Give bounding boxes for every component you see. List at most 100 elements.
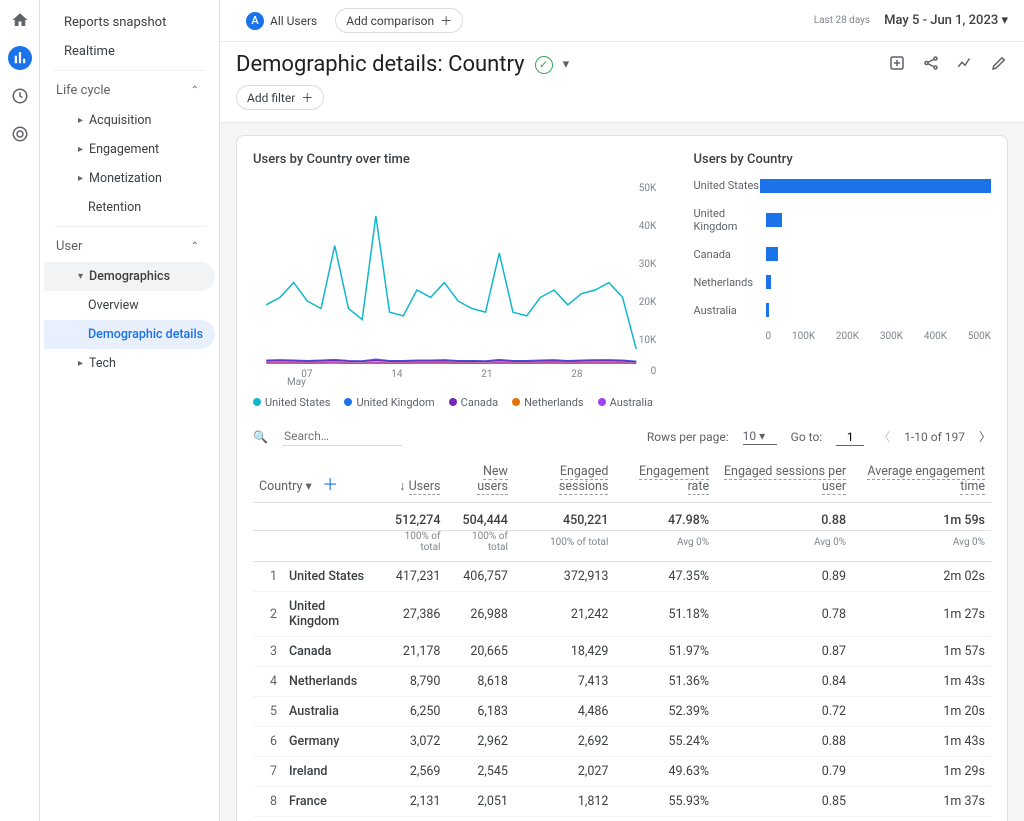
main: AAll Users Add comparison＋ Last 28 days …	[220, 0, 1024, 821]
sidebar-monetization[interactable]: ▸Monetization	[44, 164, 215, 193]
column-header[interactable]: Average engagement time	[852, 456, 991, 503]
sidebar-lifecycle-label: Life cycle	[56, 83, 110, 98]
edit-icon[interactable]	[990, 54, 1008, 76]
avatar-icon: A	[246, 12, 264, 30]
country-header[interactable]: Country ▾ ＋	[253, 456, 379, 503]
date-range-picker[interactable]: May 5 - Jun 1, 2023 ▾	[884, 13, 1008, 28]
bar-row: United States	[694, 179, 992, 193]
insights-icon[interactable]	[956, 54, 974, 76]
bar-row: Australia	[694, 303, 992, 317]
sidebar-reports-snapshot[interactable]: Reports snapshot	[44, 8, 215, 37]
chart-legend: United States United Kingdom Canada Netherl…	[253, 396, 670, 409]
analytics-icon[interactable]	[8, 46, 32, 70]
date-label: Last 28 days	[814, 15, 870, 26]
table-section: 🔍 Rows per page: 10 ▾ Go to: 〈 1-10 of 1…	[253, 423, 991, 821]
bar[interactable]	[766, 247, 779, 261]
sidebar-engagement[interactable]: ▸Engagement	[44, 135, 215, 164]
sidebar-acquisition[interactable]: ▸Acquisition	[44, 106, 215, 135]
plus-icon: ＋	[440, 12, 452, 29]
target-icon[interactable]	[8, 122, 32, 146]
data-table: Country ▾ ＋↓ UsersNew usersEngaged sessi…	[253, 456, 991, 821]
bar-label: United States	[694, 179, 761, 192]
caret-right-icon: ▸	[78, 358, 83, 369]
plus-icon: ＋	[301, 89, 313, 106]
bar-chart: Users by Country United StatesUnited Kin…	[694, 152, 992, 409]
bar-label: Australia	[694, 304, 766, 317]
svg-text:0: 0	[651, 366, 657, 377]
caret-right-icon: ▸	[78, 144, 83, 155]
legend-item[interactable]: Canada	[449, 396, 498, 409]
sidebar: Reports snapshot Realtime Life cycle ⌃ ▸A…	[40, 0, 220, 821]
column-header[interactable]: Engaged sessions	[514, 456, 615, 503]
table-row[interactable]: 1United States417,231406,757372,91347.35…	[253, 562, 991, 592]
sidebar-lifecycle[interactable]: Life cycle ⌃	[44, 75, 215, 106]
table-tools: 🔍 Rows per page: 10 ▾ Go to: 〈 1-10 of 1…	[253, 423, 991, 456]
bar-row: Canada	[694, 247, 992, 261]
legend-item[interactable]: Australia	[598, 396, 653, 409]
add-filter-button[interactable]: Add filter＋	[236, 85, 324, 110]
table-row[interactable]: 4Netherlands8,7908,6187,41351.36%0.841m …	[253, 667, 991, 697]
column-header[interactable]: ↓ Users	[379, 456, 446, 503]
column-header[interactable]: New users	[446, 456, 513, 503]
titlebar: Demographic details: Country ✓ ▾	[220, 42, 1024, 81]
legend-item[interactable]: Netherlands	[512, 396, 584, 409]
prev-page-icon[interactable]: 〈	[878, 428, 890, 445]
share-icon[interactable]	[922, 54, 940, 76]
bar-row: United Kingdom	[694, 207, 992, 233]
caret-right-icon: ▸	[78, 115, 83, 126]
table-row[interactable]: 5Australia6,2506,1834,48652.39%0.721m 20…	[253, 697, 991, 727]
table-row[interactable]: 6Germany3,0722,9622,69255.24%0.881m 43s	[253, 727, 991, 757]
svg-text:30K: 30K	[639, 259, 657, 270]
bar-label: Netherlands	[694, 276, 766, 289]
verified-icon: ✓	[535, 56, 553, 74]
line-chart-svg: 50K40K30K20K10K0 07142128	[253, 179, 670, 379]
goto-input[interactable]	[836, 428, 864, 446]
table-row[interactable]: 7Ireland2,5692,5452,02749.63%0.791m 29s	[253, 757, 991, 787]
add-dimension-icon[interactable]: ＋	[321, 474, 339, 492]
sidebar-realtime[interactable]: Realtime	[44, 37, 215, 66]
sidebar-demographics[interactable]: ▾Demographics	[44, 262, 215, 291]
home-icon[interactable]	[8, 8, 32, 32]
table-row[interactable]: 8France2,1312,0511,81255.93%0.851m 37s	[253, 787, 991, 817]
customize-icon[interactable]	[888, 54, 906, 76]
all-users-chip[interactable]: AAll Users	[236, 9, 327, 33]
bar-axis: 0100K200K300K400K500K	[766, 331, 992, 342]
line-chart-title: Users by Country over time	[253, 152, 670, 167]
svg-text:40K: 40K	[639, 221, 657, 232]
search-input[interactable]	[282, 427, 402, 446]
action-icons	[888, 54, 1008, 76]
svg-text:10K: 10K	[639, 335, 657, 346]
chevron-down-icon[interactable]: ▾	[563, 57, 570, 72]
legend-item[interactable]: United Kingdom	[344, 396, 434, 409]
explore-icon[interactable]	[8, 84, 32, 108]
bar[interactable]	[766, 303, 770, 317]
sidebar-demographic-details[interactable]: Demographic details	[44, 320, 215, 349]
sidebar-overview[interactable]: Overview	[44, 291, 215, 320]
goto-label: Go to:	[791, 430, 823, 444]
chevron-up-icon: ⌃	[191, 241, 199, 252]
rows-per-page-select[interactable]: 10 ▾	[743, 429, 777, 445]
bar-label: United Kingdom	[694, 207, 766, 233]
column-header[interactable]: Engagement rate	[614, 456, 715, 503]
sidebar-tech[interactable]: ▸Tech	[44, 349, 215, 378]
table-row[interactable]: 9Philippines2,1312,1141,89354.52%0.891m …	[253, 817, 991, 821]
sidebar-user-label: User	[56, 239, 82, 254]
column-header[interactable]: Engaged sessions per user	[715, 456, 852, 503]
table-row[interactable]: 3Canada21,17820,66518,42951.97%0.871m 57…	[253, 637, 991, 667]
sidebar-user[interactable]: User ⌃	[44, 231, 215, 262]
table-row[interactable]: 2United Kingdom27,38626,98821,24251.18%0…	[253, 592, 991, 637]
icon-rail	[0, 0, 40, 821]
chevron-down-icon: ▾	[1001, 13, 1008, 28]
svg-text:28: 28	[571, 369, 583, 379]
bar[interactable]	[760, 179, 991, 193]
next-page-icon[interactable]: 〉	[979, 428, 991, 445]
bar[interactable]	[766, 213, 782, 227]
legend-item[interactable]: United States	[253, 396, 330, 409]
chevron-up-icon: ⌃	[191, 85, 199, 96]
bar[interactable]	[766, 275, 771, 289]
sidebar-retention[interactable]: Retention	[44, 193, 215, 222]
caret-right-icon: ▸	[78, 173, 83, 184]
svg-text:14: 14	[391, 369, 403, 379]
add-comparison-button[interactable]: Add comparison＋	[335, 8, 463, 33]
topbar: AAll Users Add comparison＋ Last 28 days …	[220, 0, 1024, 42]
